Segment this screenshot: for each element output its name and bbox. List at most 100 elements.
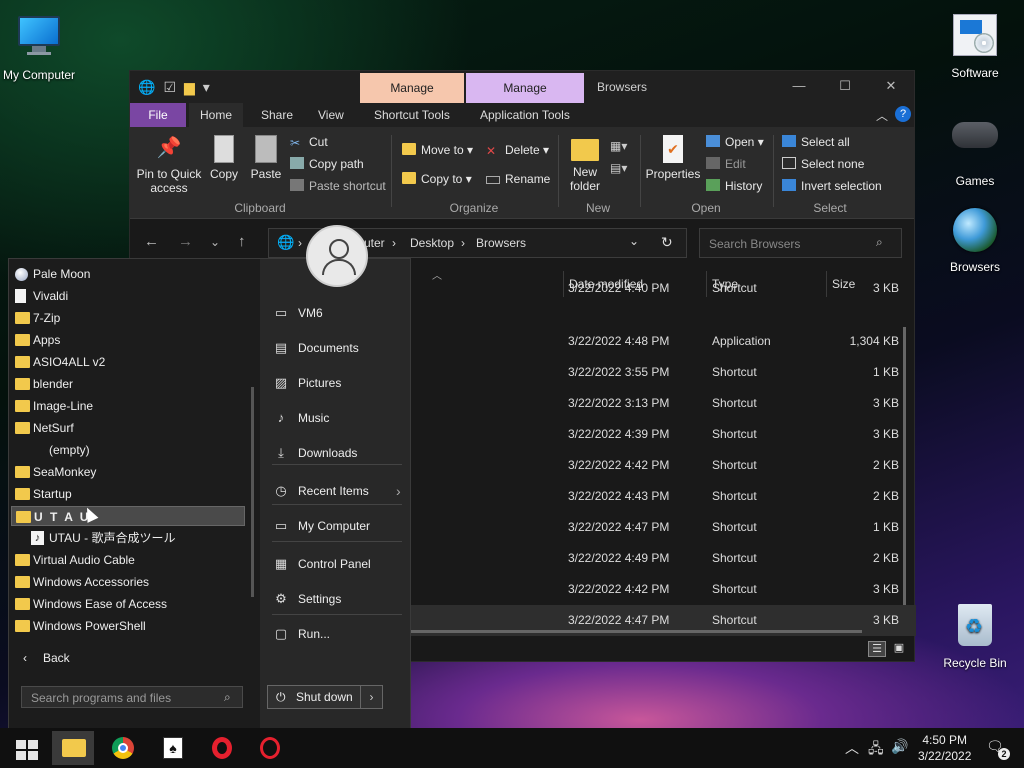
tab-shortcut-tools[interactable]: Shortcut Tools	[363, 103, 461, 127]
open-button[interactable]: Open ▾	[706, 135, 764, 149]
program-item[interactable]: ASIO4ALL v2	[11, 352, 245, 372]
program-item[interactable]: Windows Ease of Access	[11, 594, 245, 614]
maximize-icon[interactable]: ☐	[822, 71, 868, 101]
start-place-item[interactable]: ▭ VM6	[268, 299, 408, 327]
search-input[interactable]: Search Browsers	[709, 237, 800, 251]
desktop-icon-browsers[interactable]: Browsers	[936, 206, 1014, 274]
move-to-button[interactable]: Move to ▾	[402, 143, 473, 157]
select-none-button[interactable]: Select none	[782, 157, 864, 171]
chevron-down-icon[interactable]: ▾	[203, 79, 210, 96]
program-item[interactable]: Pale Moon	[11, 264, 245, 284]
program-item[interactable]: (empty)	[11, 440, 245, 460]
start-place-item[interactable]: ♪ Music	[268, 404, 408, 432]
back-button[interactable]: ‹ Back	[23, 651, 70, 665]
start-place-item[interactable]: ◷ Recent Items ›	[268, 477, 408, 505]
tab-home[interactable]: Home	[189, 103, 244, 127]
program-item[interactable]: ♪ UTAU - 歌声合成ツール	[11, 528, 245, 548]
tab-share[interactable]: Share	[250, 103, 304, 127]
invert-selection-button[interactable]: Invert selection	[782, 179, 882, 193]
desktop-icon-my-computer[interactable]: My Computer	[0, 10, 78, 82]
pin-to-quick-access-button[interactable]: 📌 Pin to Quick access	[136, 135, 202, 195]
program-item[interactable]: 7-Zip	[11, 308, 245, 328]
notification-center-button[interactable]: 🗨 2	[986, 738, 1010, 760]
start-place-item[interactable]: ▢ Run...	[268, 620, 408, 648]
collapse-ribbon-icon[interactable]: ︿	[876, 107, 888, 124]
program-item[interactable]: SeaMonkey	[11, 462, 245, 482]
easy-access-icon[interactable]: ▤▾	[610, 161, 627, 175]
show-hidden-icons-icon[interactable]: ︿	[845, 738, 859, 758]
shut-down-button[interactable]: ⏻ Shut down	[267, 685, 361, 709]
start-place-item[interactable]: ⚙ Settings	[268, 585, 408, 613]
vertical-scrollbar[interactable]	[903, 327, 906, 605]
back-arrow-icon[interactable]: ←	[144, 233, 159, 250]
breadcrumb-browsers[interactable]: Browsers	[476, 236, 526, 250]
select-all-button[interactable]: Select all	[782, 135, 850, 149]
new-folder-button[interactable]: New folder	[564, 135, 606, 193]
copy-path-button[interactable]: Copy path	[290, 157, 364, 171]
properties-button[interactable]: ✔ Properties	[644, 135, 702, 181]
desktop-icon-recycle-bin[interactable]: Recycle Bin	[936, 602, 1014, 670]
copy-button[interactable]: Copy	[208, 135, 240, 181]
tab-view[interactable]: View	[307, 103, 355, 127]
minimize-icon[interactable]: —	[776, 71, 822, 101]
new-item-icon[interactable]: ▦▾	[610, 139, 627, 153]
delete-button[interactable]: ✕ Delete ▾	[486, 143, 549, 158]
taskbar-clock[interactable]: 4:50 PM 3/22/2022	[918, 732, 971, 764]
breadcrumb-desktop[interactable]: Desktop	[410, 236, 454, 250]
tab-file[interactable]: File	[130, 103, 186, 127]
program-list-scrollbar[interactable]	[251, 387, 254, 597]
chevron-down-icon[interactable]: ⌄	[210, 235, 220, 249]
program-item[interactable]: blender	[11, 374, 245, 394]
paste-shortcut-button[interactable]: Paste shortcut	[290, 179, 386, 193]
tab-application-tools[interactable]: Application Tools	[469, 103, 581, 127]
network-icon[interactable]: 🖧	[868, 738, 884, 762]
start-search-input[interactable]: Search programs and files	[31, 691, 171, 705]
shut-down-options-button[interactable]: ›	[361, 685, 383, 709]
start-place-item[interactable]: ▭ My Computer	[268, 512, 408, 540]
start-button[interactable]	[3, 731, 45, 765]
close-icon[interactable]: ✕	[868, 71, 914, 101]
start-search-box[interactable]: Search programs and files ⌕	[21, 686, 243, 708]
program-item[interactable]: Windows Accessories	[11, 572, 245, 592]
large-icons-view-icon[interactable]: ▣	[890, 641, 908, 657]
history-button[interactable]: History	[706, 179, 762, 193]
taskbar-solitaire[interactable]: ♠	[152, 731, 194, 765]
volume-icon[interactable]: 🔊	[891, 738, 908, 755]
paste-button[interactable]: Paste	[248, 135, 284, 181]
program-item[interactable]: Vivaldi	[11, 286, 245, 306]
taskbar-opera-gx[interactable]	[249, 731, 291, 765]
cut-button[interactable]: ✂ Cut	[290, 135, 328, 150]
up-arrow-icon[interactable]: ↑	[238, 233, 246, 250]
horizontal-scrollbar[interactable]	[400, 630, 862, 633]
properties-icon[interactable]: ☑	[163, 79, 176, 96]
start-place-item[interactable]: ▤ Documents	[268, 334, 408, 362]
taskbar-file-explorer[interactable]	[52, 731, 94, 765]
user-avatar[interactable]	[306, 225, 368, 287]
start-place-item[interactable]: ⤓ Downloads	[268, 439, 408, 467]
help-icon[interactable]: ?	[895, 106, 911, 122]
program-item[interactable]: Virtual Audio Cable	[11, 550, 245, 570]
taskbar-chrome[interactable]	[102, 731, 144, 765]
chevron-down-icon[interactable]: ⌄	[629, 234, 639, 248]
edit-button[interactable]: Edit	[706, 157, 746, 171]
context-tab-manage-shortcut[interactable]: Manage	[360, 73, 464, 103]
rename-button[interactable]: Rename	[486, 172, 550, 186]
refresh-icon[interactable]: ↻	[661, 234, 673, 251]
program-item[interactable]: Startup	[11, 484, 245, 504]
copy-to-button[interactable]: Copy to ▾	[402, 172, 472, 186]
details-view-icon[interactable]: ☰	[868, 641, 886, 657]
start-place-item[interactable]: ▨ Pictures	[268, 369, 408, 397]
program-item[interactable]: Apps	[11, 330, 245, 350]
desktop-icon-software[interactable]: Software	[936, 12, 1014, 80]
program-item[interactable]: NetSurf	[11, 418, 245, 438]
program-item[interactable]: U T A U	[11, 506, 245, 526]
program-item[interactable]: Windows PowerShell	[11, 616, 245, 636]
folder-icon[interactable]: ▆	[184, 79, 195, 96]
taskbar-opera[interactable]	[201, 731, 243, 765]
start-place-item[interactable]: ▦ Control Panel	[268, 550, 408, 578]
search-box[interactable]: Search Browsers ⌕	[699, 228, 902, 258]
program-item[interactable]: Image-Line	[11, 396, 245, 416]
context-tab-manage-application[interactable]: Manage	[466, 73, 584, 103]
desktop-icon-games[interactable]: Games	[936, 110, 1014, 188]
forward-arrow-icon[interactable]: →	[178, 233, 193, 250]
